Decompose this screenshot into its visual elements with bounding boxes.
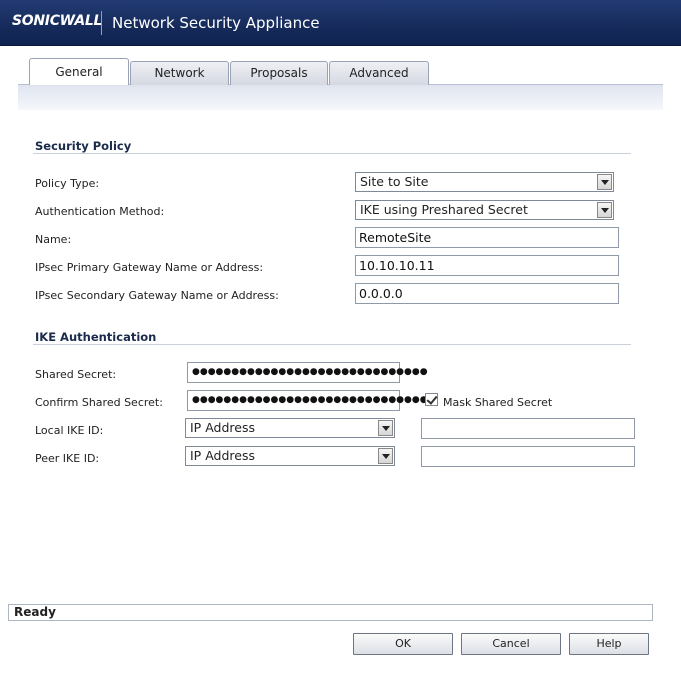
sonicwall-logo: SONICWALL — [12, 13, 103, 29]
dropdown-arrow-icon[interactable] — [597, 202, 612, 218]
tab-general[interactable]: General — [29, 58, 129, 85]
mask-secret-checkbox[interactable] — [425, 393, 438, 406]
status-bar: Ready — [8, 604, 653, 621]
auth-method-value: IKE using Preshared Secret — [360, 202, 528, 217]
auth-method-label: Authentication Method: — [35, 205, 165, 218]
shared-secret-label: Shared Secret: — [35, 368, 117, 381]
mask-secret-label: Mask Shared Secret — [443, 396, 553, 409]
tab-advanced[interactable]: Advanced — [329, 61, 429, 85]
primary-gateway-label: IPsec Primary Gateway Name or Address: — [35, 261, 264, 274]
confirm-secret-input[interactable]: ●●●●●●●●●●●●●●●●●●●●●●●●●●●●●● — [187, 390, 428, 411]
name-input[interactable]: RemoteSite — [355, 227, 619, 248]
ike-authentication-heading: IKE Authentication — [35, 330, 157, 344]
dropdown-arrow-icon[interactable] — [597, 174, 612, 190]
tab-network[interactable]: Network — [130, 61, 229, 85]
ok-button[interactable]: OK — [353, 633, 453, 655]
local-ike-id-select[interactable]: IP Address — [185, 418, 395, 438]
dropdown-arrow-icon[interactable] — [378, 448, 393, 464]
help-button[interactable]: Help — [569, 633, 649, 655]
local-ike-id-input[interactable] — [421, 418, 635, 439]
header-bar: SONICWALL Network Security Appliance — [0, 0, 681, 46]
section-divider — [33, 344, 631, 345]
peer-ike-id-input[interactable] — [421, 446, 635, 467]
tab-strip-background — [18, 84, 663, 110]
dropdown-arrow-icon[interactable] — [378, 420, 393, 436]
app-title: Network Security Appliance — [112, 14, 320, 32]
peer-ike-id-label: Peer IKE ID: — [35, 452, 100, 465]
name-label: Name: — [35, 233, 72, 246]
confirm-secret-label: Confirm Shared Secret: — [35, 396, 163, 409]
header-divider — [101, 11, 102, 35]
security-policy-heading: Security Policy — [35, 139, 132, 153]
primary-gateway-input[interactable]: 10.10.10.11 — [355, 255, 619, 276]
tab-proposals[interactable]: Proposals — [230, 61, 328, 85]
section-divider — [33, 153, 631, 154]
peer-ike-id-type: IP Address — [190, 448, 255, 463]
auth-method-select[interactable]: IKE using Preshared Secret — [355, 200, 614, 220]
secondary-gateway-label: IPsec Secondary Gateway Name or Address: — [35, 289, 279, 302]
secondary-gateway-input[interactable]: 0.0.0.0 — [355, 283, 619, 304]
cancel-button[interactable]: Cancel — [461, 633, 561, 655]
local-ike-id-label: Local IKE ID: — [35, 424, 104, 437]
policy-type-value: Site to Site — [360, 174, 429, 189]
local-ike-id-type: IP Address — [190, 420, 255, 435]
policy-type-label: Policy Type: — [35, 177, 100, 190]
peer-ike-id-select[interactable]: IP Address — [185, 446, 395, 466]
shared-secret-input[interactable]: ●●●●●●●●●●●●●●●●●●●●●●●●●●●●●● — [187, 362, 428, 383]
policy-type-select[interactable]: Site to Site — [355, 172, 614, 192]
